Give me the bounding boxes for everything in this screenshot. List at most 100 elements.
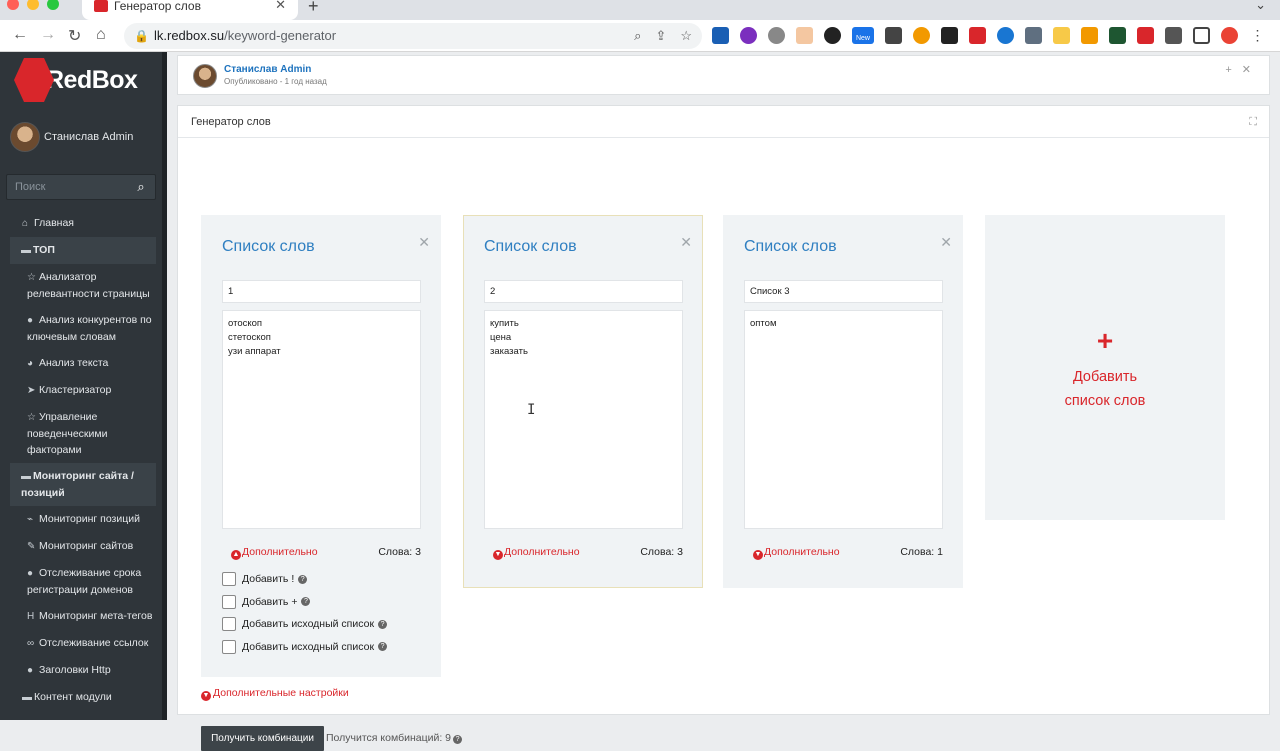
- zoom-icon[interactable]: ⌕: [634, 23, 641, 49]
- logo-text: RedBox: [46, 65, 138, 94]
- address-bar[interactable]: 🔒 lk.redbox.su/keyword-generator ⌕ ⇪ ☆: [124, 23, 702, 49]
- home-icon[interactable]: ⌂: [96, 26, 106, 44]
- menu-kebab-icon[interactable]: ⋮: [1249, 27, 1266, 44]
- help-icon[interactable]: ?: [453, 735, 463, 744]
- plus-icon: +: [1096, 325, 1114, 356]
- more-toggle[interactable]: ▲ Дополнительно: [231, 546, 318, 560]
- help-icon[interactable]: ?: [378, 642, 388, 652]
- extension-icon[interactable]: [1137, 27, 1154, 44]
- forward-icon[interactable]: →: [40, 26, 56, 44]
- extensions-puzzle-icon[interactable]: [1165, 27, 1182, 44]
- option-row[interactable]: Добавить +?: [222, 591, 387, 614]
- sidebar-item-behavior[interactable]: ☆ Управление поведенческими факторами: [0, 404, 162, 463]
- tab-search-chevron-icon[interactable]: ⌄: [1255, 0, 1266, 13]
- extension-icon[interactable]: [712, 27, 729, 44]
- sidebar-item-competitors[interactable]: ● Анализ конкурентов по ключевым словам: [0, 307, 162, 350]
- close-icon[interactable]: ✕: [940, 234, 952, 251]
- panel-footer: ▼ Дополнительно Слова: 1: [753, 546, 943, 560]
- sidebar-item-meta[interactable]: H Мониторинг мета-тегов: [0, 603, 162, 630]
- extension-icon[interactable]: [941, 27, 958, 44]
- new-extension-badge[interactable]: New: [852, 27, 874, 44]
- minimize-window-button[interactable]: [27, 0, 39, 10]
- add-word-list-button[interactable]: + Добавить список слов: [985, 215, 1225, 520]
- extension-icon[interactable]: [885, 27, 902, 44]
- sidebar-item-positions[interactable]: ⌁ Мониторинг позиций: [0, 506, 162, 533]
- sidebar-item-domains[interactable]: ● Отслеживание срока регистрации доменов: [0, 560, 162, 603]
- extension-icon[interactable]: [969, 27, 986, 44]
- globe-icon: ●: [27, 315, 34, 326]
- extension-icon[interactable]: [824, 27, 841, 44]
- checkbox[interactable]: [222, 639, 236, 654]
- extension-icon[interactable]: [997, 27, 1014, 44]
- browser-tabstrip: Генератор слов ✕ + ⌄: [0, 0, 1280, 20]
- words-textarea[interactable]: оптом: [744, 310, 943, 529]
- checkbox[interactable]: [222, 594, 236, 609]
- close-window-button[interactable]: [7, 0, 19, 10]
- home-icon: ⌂: [22, 218, 29, 229]
- sidebar-user-name: Станислав Admin: [44, 131, 134, 143]
- search-icon[interactable]: ⌕: [127, 175, 155, 199]
- browser-tab[interactable]: Генератор слов ✕: [82, 0, 298, 20]
- help-icon[interactable]: ?: [298, 574, 308, 584]
- new-tab-icon[interactable]: +: [308, 0, 319, 17]
- close-icon[interactable]: ✕: [1242, 64, 1261, 76]
- sidebar-item-sites[interactable]: ✎ Мониторинг сайтов: [0, 533, 162, 560]
- combinations-count: Получится комбинаций: 9?: [326, 732, 463, 744]
- help-icon[interactable]: ?: [378, 619, 388, 629]
- words-textarea[interactable]: купить цена заказать: [484, 310, 683, 529]
- option-row[interactable]: Добавить !?: [222, 568, 387, 591]
- extension-icon[interactable]: [768, 27, 785, 44]
- words-textarea[interactable]: отоскоп стетоскоп узи аппарат: [222, 310, 421, 529]
- list-name-input[interactable]: 1: [222, 280, 421, 303]
- option-row[interactable]: Добавить исходный список?: [222, 636, 388, 659]
- back-icon[interactable]: ←: [12, 26, 28, 44]
- extension-icon[interactable]: [913, 27, 930, 44]
- sidebar-item-clusterizer[interactable]: ➤ Кластеризатор: [0, 377, 162, 404]
- extension-icon[interactable]: [796, 27, 813, 44]
- sidebar-item-http[interactable]: ● Заголовки Http: [0, 657, 162, 684]
- close-icon[interactable]: ✕: [418, 234, 430, 251]
- extension-icon[interactable]: [1053, 27, 1070, 44]
- get-combinations-button[interactable]: Получить комбинации: [201, 726, 324, 751]
- sidebar-item-links[interactable]: ∞ Отслеживание ссылок: [0, 630, 162, 657]
- url-host: lk.redbox.su: [154, 28, 225, 43]
- more-settings-toggle[interactable]: ▼ Дополнительные настройки: [201, 687, 349, 701]
- sidebar-item-content[interactable]: ▬ Контент модули: [0, 684, 162, 711]
- option-row[interactable]: Добавить исходный список?: [222, 613, 388, 636]
- tab-close-icon[interactable]: ✕: [275, 0, 286, 11]
- sidebar-item-top[interactable]: ▬ ТОП: [10, 237, 156, 264]
- close-icon[interactable]: ✕: [680, 234, 692, 251]
- reload-icon[interactable]: ↻: [68, 26, 81, 46]
- checkbox[interactable]: [222, 572, 236, 587]
- extension-icon[interactable]: [1109, 27, 1126, 44]
- add-label-line1: Добавить: [1072, 369, 1138, 385]
- sidebar-item-home[interactable]: ⌂ Главная: [0, 210, 162, 237]
- word-list-panel: Список слов ✕ Список 3 оптом ▼ Дополнител…: [723, 215, 963, 588]
- help-icon[interactable]: ?: [301, 597, 311, 607]
- profile-icon[interactable]: [1221, 27, 1238, 44]
- share-icon[interactable]: ⇪: [655, 23, 666, 49]
- maximize-window-button[interactable]: [47, 0, 59, 10]
- folder-icon: ▬: [22, 692, 32, 703]
- url-path: /keyword-generator: [224, 28, 337, 43]
- sidebar-item-relevance[interactable]: ☆ Анализатор релевантности страницы: [0, 264, 162, 307]
- sidebar-item-monitoring[interactable]: ▬ Мониторинг сайта / позиций: [10, 463, 156, 506]
- post-author[interactable]: Станислав Admin: [224, 64, 311, 75]
- extension-icon[interactable]: [740, 27, 757, 44]
- more-toggle[interactable]: ▼ Дополнительно: [753, 546, 840, 560]
- bookmark-star-icon[interactable]: ☆: [680, 23, 692, 49]
- more-toggle[interactable]: ▼ Дополнительно: [493, 546, 580, 560]
- list-name-input[interactable]: 2: [484, 280, 683, 303]
- sidebar-menu: ⌂ Главная ▬ ТОП ☆ Анализатор релевантности …: [0, 210, 162, 711]
- plus-icon[interactable]: +: [1225, 64, 1241, 76]
- sidepanel-icon[interactable]: [1193, 27, 1210, 44]
- logo[interactable]: RedBox: [14, 58, 138, 102]
- sidebar-user[interactable]: Станислав Admin: [10, 122, 133, 152]
- sidebar-search-input[interactable]: Поиск ⌕: [6, 174, 156, 200]
- list-name-input[interactable]: Список 3: [744, 280, 943, 303]
- sidebar-item-text-analysis[interactable]: ◕ Анализ текста: [0, 350, 162, 377]
- expand-icon[interactable]: ⛶: [1249, 106, 1257, 138]
- extension-icon[interactable]: [1025, 27, 1042, 44]
- checkbox[interactable]: [222, 617, 236, 632]
- extension-icon[interactable]: [1081, 27, 1098, 44]
